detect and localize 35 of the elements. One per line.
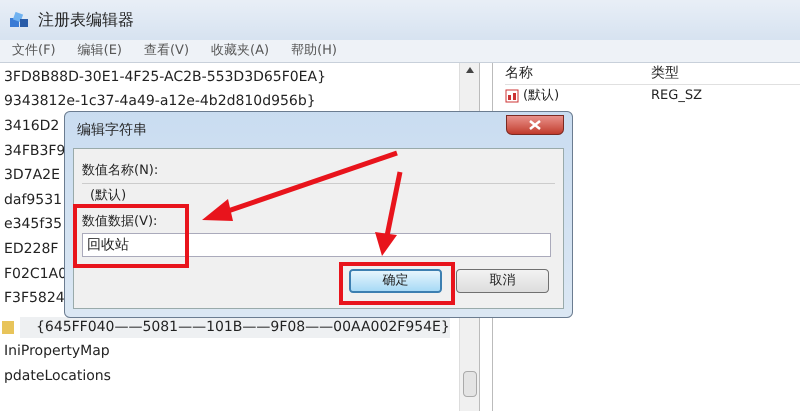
folder-icon xyxy=(2,319,16,336)
column-header[interactable]: 名称 xyxy=(505,63,651,84)
dialog-button[interactable]: 确定 xyxy=(349,269,442,293)
tree-item[interactable]: F3F5824 xyxy=(2,288,65,310)
value-name-label: 数值名称(N): xyxy=(82,162,160,180)
dialog-title: 编辑字符串 xyxy=(76,120,147,140)
value-name-field: (默认) xyxy=(90,186,126,206)
value-type: REG_SZ xyxy=(651,86,702,105)
value-data-field[interactable]: 回收站 xyxy=(82,233,551,257)
tree-item[interactable]: 9343812e-1c37-4a49-a12e-4b2d810d956b} xyxy=(2,91,316,112)
menu-item[interactable]: 帮助(H) xyxy=(291,41,337,61)
tree-item[interactable]: {645FF040——5081——101B——9F08——00AA002F954E} xyxy=(20,316,450,338)
scroll-up-icon[interactable] xyxy=(466,67,474,73)
tree-item[interactable]: 34FB3F9 xyxy=(2,140,66,162)
menu-item[interactable]: 收藏夹(A) xyxy=(211,41,270,61)
tree-item[interactable]: 3FD8B88D-30E1-4F25-AC2B-553D3D65F0EA} xyxy=(2,66,326,88)
close-button[interactable] xyxy=(506,115,564,135)
string-value-icon xyxy=(505,88,519,102)
dialog-button[interactable]: 取消 xyxy=(456,269,549,293)
value-data-label: 数值数据(V): xyxy=(82,212,158,230)
column-header[interactable]: 类型 xyxy=(651,63,679,84)
menu-item[interactable]: 编辑(E) xyxy=(78,41,122,61)
value-name: (默认) xyxy=(523,86,560,105)
tree-item[interactable]: 3416D2 xyxy=(2,116,60,137)
tree-item[interactable]: ED228F xyxy=(2,238,58,260)
scroll-thumb[interactable] xyxy=(462,371,476,397)
close-icon xyxy=(529,120,541,130)
tree-item[interactable]: IniPropertyMap xyxy=(2,341,110,362)
tree-item[interactable]: daf9531 xyxy=(2,190,62,211)
menu-item[interactable]: 查看(V) xyxy=(144,41,190,61)
menu-item[interactable]: 文件(F) xyxy=(12,41,56,61)
tree-item[interactable]: pdateLocations xyxy=(2,366,111,387)
window-title: 注册表编辑器 xyxy=(38,9,134,31)
tree-item[interactable]: 3D7A2E xyxy=(2,165,60,186)
tree-item[interactable]: e345f35 xyxy=(2,214,62,236)
